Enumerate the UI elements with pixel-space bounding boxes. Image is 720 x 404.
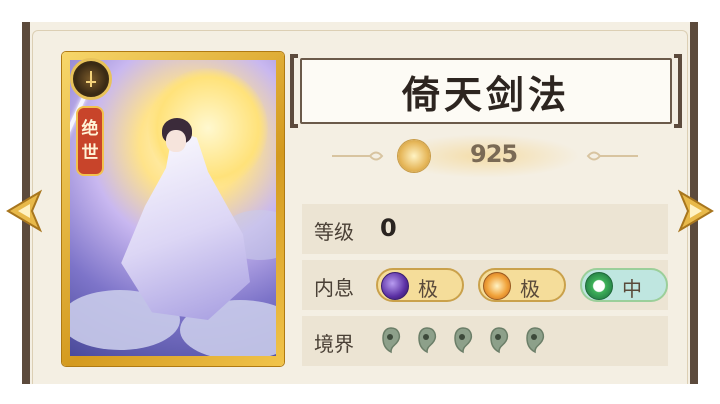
rarity-char-1: 绝 <box>81 119 99 139</box>
jingjie-drops <box>380 326 546 356</box>
sun-orb-icon <box>483 272 511 300</box>
title-bracket-right <box>674 54 682 128</box>
neixi-badge-green[interactable]: 中 <box>580 268 668 302</box>
rarity-badge: 绝 世 <box>76 106 104 176</box>
sword-emblem-icon <box>70 58 112 100</box>
neixi-label: 内息 <box>314 276 354 300</box>
swordsman-face <box>166 130 186 152</box>
sword-power-icon <box>398 140 430 172</box>
spirit-drop-icon <box>490 327 509 354</box>
spirit-drop-icon <box>418 327 437 354</box>
prev-arrow-icon[interactable] <box>0 186 42 236</box>
jingjie-row: 境界 <box>302 316 668 366</box>
spirit-drop-icon <box>382 327 401 354</box>
title-bracket-left <box>290 54 298 128</box>
green-orb-icon <box>585 272 613 300</box>
level-value: 0 <box>380 214 397 242</box>
power-row: 925 <box>330 134 640 178</box>
skill-card-art <box>70 60 276 356</box>
purple-orb-icon <box>381 272 409 300</box>
neixi-badge-sun[interactable]: 极 <box>478 268 566 302</box>
neixi-badge-purple[interactable]: 极 <box>376 268 464 302</box>
level-row: 等级 0 <box>302 204 668 254</box>
next-arrow-icon[interactable] <box>678 186 720 236</box>
level-label: 等级 <box>314 220 354 244</box>
skill-title-box: 倚天剑法 <box>290 54 682 128</box>
neixi-grade: 极 <box>418 277 438 301</box>
neixi-row: 内息 极 极 中 <box>302 260 668 310</box>
skill-name: 倚天剑法 <box>401 71 570 117</box>
top-strip <box>0 0 720 22</box>
neixi-grade: 极 <box>520 277 540 301</box>
spirit-drop-icon <box>454 327 473 354</box>
power-value: 925 <box>470 140 518 168</box>
neixi-grade: 中 <box>622 277 642 301</box>
cloud-ornament-right-icon <box>586 151 638 161</box>
rarity-char-2: 世 <box>81 143 99 163</box>
bottom-strip <box>0 384 720 404</box>
jingjie-label: 境界 <box>314 332 354 356</box>
cloud-ornament-left-icon <box>332 151 384 161</box>
spirit-drop-icon <box>526 327 545 354</box>
skill-card[interactable]: 绝 世 <box>62 52 284 366</box>
